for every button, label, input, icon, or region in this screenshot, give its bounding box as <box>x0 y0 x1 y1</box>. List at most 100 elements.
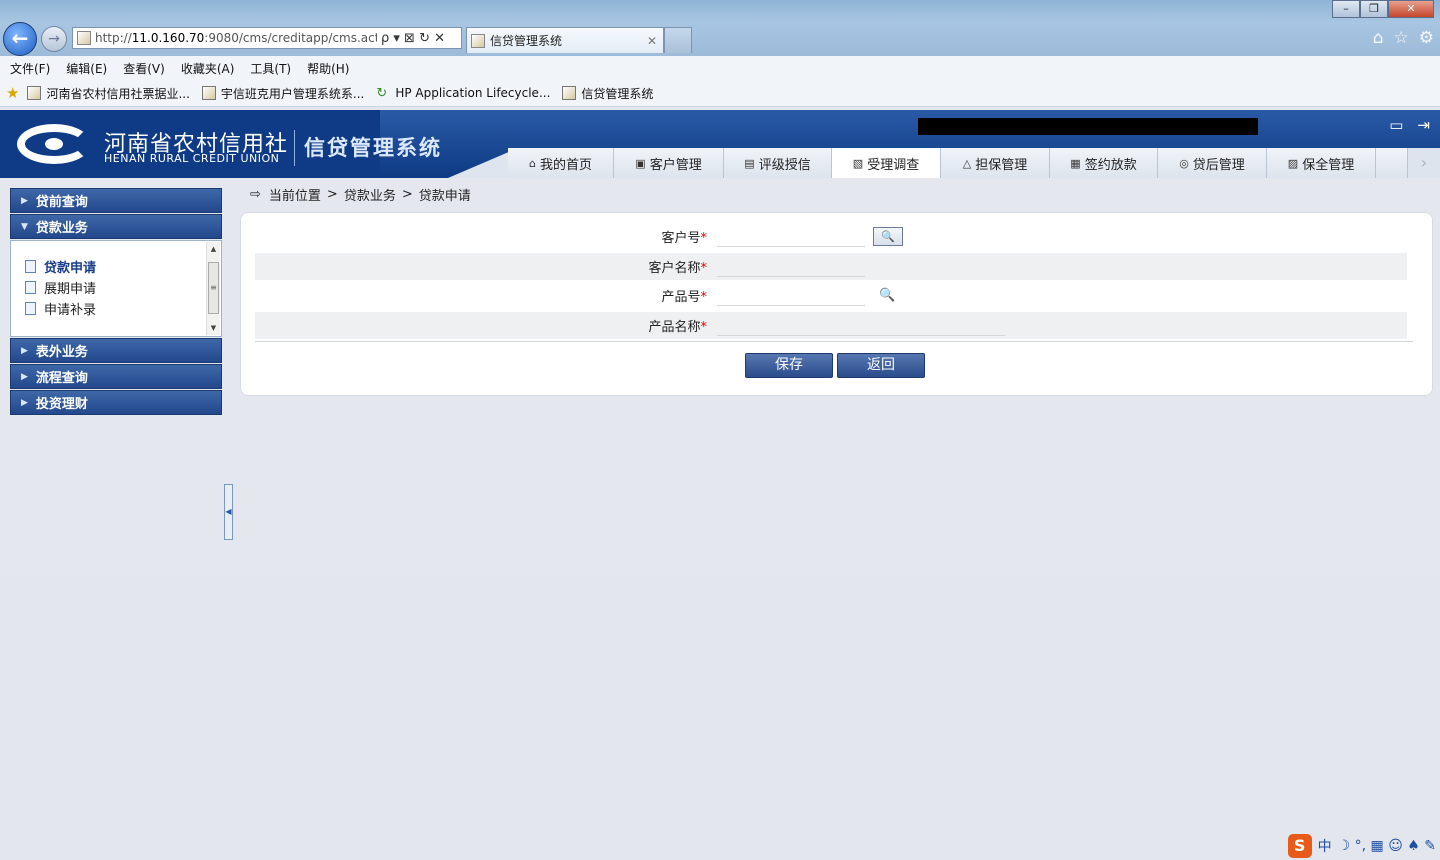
search-icon: 🔍 <box>881 230 895 243</box>
scroll-thumb[interactable]: ≡ <box>208 262 219 314</box>
sidebar-item-apply-supplement[interactable]: 申请补录 <box>11 298 221 319</box>
sidebar-group-process-query[interactable]: ▶ 流程查询 <box>10 364 222 389</box>
url-text[interactable]: http://11.0.160.70:9080/cms/creditapp/cm… <box>95 31 377 45</box>
chevron-right-icon: ▶ <box>21 195 28 206</box>
breadcrumb-level1[interactable]: 贷款业务 <box>344 185 396 204</box>
credit-union-logo-icon <box>17 124 91 164</box>
browser-toolbar-icons: ⌂ ☆ ⚙ <box>1373 28 1434 48</box>
system-title: 信贷管理系统 <box>304 136 442 160</box>
favorite-link[interactable]: 信贷管理系统 <box>562 85 653 102</box>
menu-edit[interactable]: 编辑(E) <box>66 60 107 77</box>
document-icon <box>25 281 36 294</box>
sidebar-group-investment[interactable]: ▶ 投资理财 <box>10 390 222 415</box>
monitor-icon[interactable]: ▭ <box>1389 116 1403 134</box>
sidebar-group-preloan-query[interactable]: ▶ 贷前查询 <box>10 188 222 213</box>
document-icon <box>25 260 36 273</box>
product-no-input[interactable] <box>717 285 865 306</box>
sidebar-item-extension-apply[interactable]: 展期申请 <box>11 277 221 298</box>
required-mark: * <box>700 261 708 276</box>
product-search-icon[interactable]: 🔍 <box>879 288 895 303</box>
sogou-ime-icon[interactable]: S <box>1287 834 1312 858</box>
breadcrumb: ⇨ 当前位置 > 贷款业务 > 贷款申请 <box>250 185 471 204</box>
sidebar-collapse-handle-icon[interactable]: ◀ <box>224 484 233 540</box>
chevron-down-icon: ▼ <box>21 221 28 232</box>
browser-menubar: 文件(F) 编辑(E) 查看(V) 收藏夹(A) 工具(T) 帮助(H) <box>0 56 1440 80</box>
tab-label: 保全管理 <box>1302 157 1355 173</box>
breadcrumb-level2: 贷款申请 <box>418 189 471 204</box>
save-button[interactable]: 保存 <box>745 353 833 378</box>
favorites-star-icon[interactable]: ★ <box>6 84 19 102</box>
required-mark: * <box>700 231 708 246</box>
survey-icon: ▧ <box>852 156 864 170</box>
form-row-product-no: 产品号* 🔍 <box>255 282 1407 309</box>
tab-preservation[interactable]: ▨ 保全管理 <box>1267 148 1376 178</box>
page-icon <box>562 86 577 100</box>
forward-icon[interactable]: → <box>41 26 67 52</box>
header-icons: ▭ ⇥ <box>1389 116 1430 134</box>
favorite-link[interactable]: 河南省农村信用社票据业... <box>27 85 190 102</box>
tab-label: 客户管理 <box>649 157 702 173</box>
favorite-label: 河南省农村信用社票据业... <box>46 86 190 101</box>
tab-guarantee[interactable]: △ 担保管理 <box>941 148 1050 178</box>
ime-mode[interactable]: 中 <box>1318 836 1332 856</box>
address-bar[interactable]: http://11.0.160.70:9080/cms/creditapp/cm… <box>72 27 462 49</box>
tab-contract[interactable]: ▦ 签约放款 <box>1050 148 1158 178</box>
back-icon[interactable]: ← <box>3 22 37 56</box>
favorites-star-icon[interactable]: ☆ <box>1394 28 1409 48</box>
favorite-link[interactable]: ↻ HP Application Lifecycle... <box>376 86 551 101</box>
menu-favorites[interactable]: 收藏夹(A) <box>181 60 235 77</box>
menu-view[interactable]: 查看(V) <box>123 60 165 77</box>
customer-icon: ▣ <box>635 156 646 170</box>
nav-next-arrow-icon[interactable]: › <box>1408 148 1440 178</box>
new-tab-button[interactable] <box>664 27 692 53</box>
customer-search-button[interactable]: 🔍 <box>873 227 903 246</box>
sidebar-group-loan-business[interactable]: ▼ 贷款业务 <box>10 214 222 239</box>
tab-postloan[interactable]: ◎ 贷后管理 <box>1158 148 1267 178</box>
logout-icon[interactable]: ⇥ <box>1417 116 1430 134</box>
menu-help[interactable]: 帮助(H) <box>307 60 349 77</box>
address-controls[interactable]: ρ ▾ ⊠ ↻ ✕ <box>381 31 445 46</box>
sidebar-item-loan-apply[interactable]: 贷款申请 <box>11 256 221 277</box>
sidebar-submenu: 贷款申请 展期申请 申请补录 ▲ ≡ ▼ <box>10 240 222 337</box>
maximize-button[interactable]: ❐ <box>1360 0 1388 18</box>
sidebar-scrollbar[interactable]: ▲ ≡ ▼ <box>206 242 220 335</box>
scroll-down-icon[interactable]: ▼ <box>207 321 220 335</box>
scroll-up-icon[interactable]: ▲ <box>207 242 220 256</box>
tab-rating[interactable]: ▤ 评级授信 <box>724 148 832 178</box>
home-icon[interactable]: ⌂ <box>1373 28 1384 48</box>
customer-name-input[interactable] <box>717 256 865 277</box>
menu-file[interactable]: 文件(F) <box>10 60 50 77</box>
back-button[interactable]: 返回 <box>837 353 925 378</box>
page-icon <box>201 86 216 100</box>
org-name-en: HENAN RURAL CREDIT UNION <box>104 152 280 165</box>
required-mark: * <box>700 320 708 335</box>
menu-tools[interactable]: 工具(T) <box>250 60 291 77</box>
tab-close-icon[interactable]: ✕ <box>647 34 663 48</box>
guarantee-icon: △ <box>962 156 972 170</box>
sidebar-item-label: 展期申请 <box>44 282 97 297</box>
customer-no-input[interactable] <box>717 226 865 247</box>
tools-gear-icon[interactable]: ⚙ <box>1419 28 1434 48</box>
favorite-link[interactable]: 宇信班克用户管理系统系... <box>201 85 364 102</box>
url-host: 11.0.160.70 <box>131 31 205 45</box>
window-controls: – ❐ ✕ <box>1332 0 1434 18</box>
tab-label: 贷后管理 <box>1192 157 1245 173</box>
breadcrumb-label: 当前位置 <box>268 189 321 204</box>
tab-customer[interactable]: ▣ 客户管理 <box>614 148 724 178</box>
tab-home[interactable]: ⌂ 我的首页 <box>508 148 614 178</box>
ime-tool-icons[interactable]: ☽ °, ▦ ☺ ♠ ✎ <box>1338 838 1436 854</box>
sidebar-item-label: 贷款申请 <box>44 261 97 276</box>
product-name-input[interactable] <box>717 315 1005 336</box>
close-window-button[interactable]: ✕ <box>1388 0 1434 18</box>
chevron-right-icon: ▶ <box>21 345 28 356</box>
browser-tab[interactable]: 信贷管理系统 ✕ <box>466 27 664 53</box>
browser-titlebar: ← → http://11.0.160.70:9080/cms/creditap… <box>0 0 1440 56</box>
favorite-label: HP Application Lifecycle... <box>395 86 551 100</box>
sidebar: ▶ 贷前查询 ▼ 贷款业务 贷款申请 展期申请 申请补录 ▲ ≡ ▼ ▶ 表外业务 ▶… <box>10 188 222 416</box>
url-prefix: http:// <box>95 31 132 45</box>
tab-survey[interactable]: ▧ 受理调查 <box>832 148 941 178</box>
sidebar-group-offbalance[interactable]: ▶ 表外业务 <box>10 338 222 363</box>
minimize-button[interactable]: – <box>1332 0 1360 18</box>
tab-label: 受理调查 <box>867 157 920 173</box>
location-icon: ⇨ <box>250 187 261 202</box>
